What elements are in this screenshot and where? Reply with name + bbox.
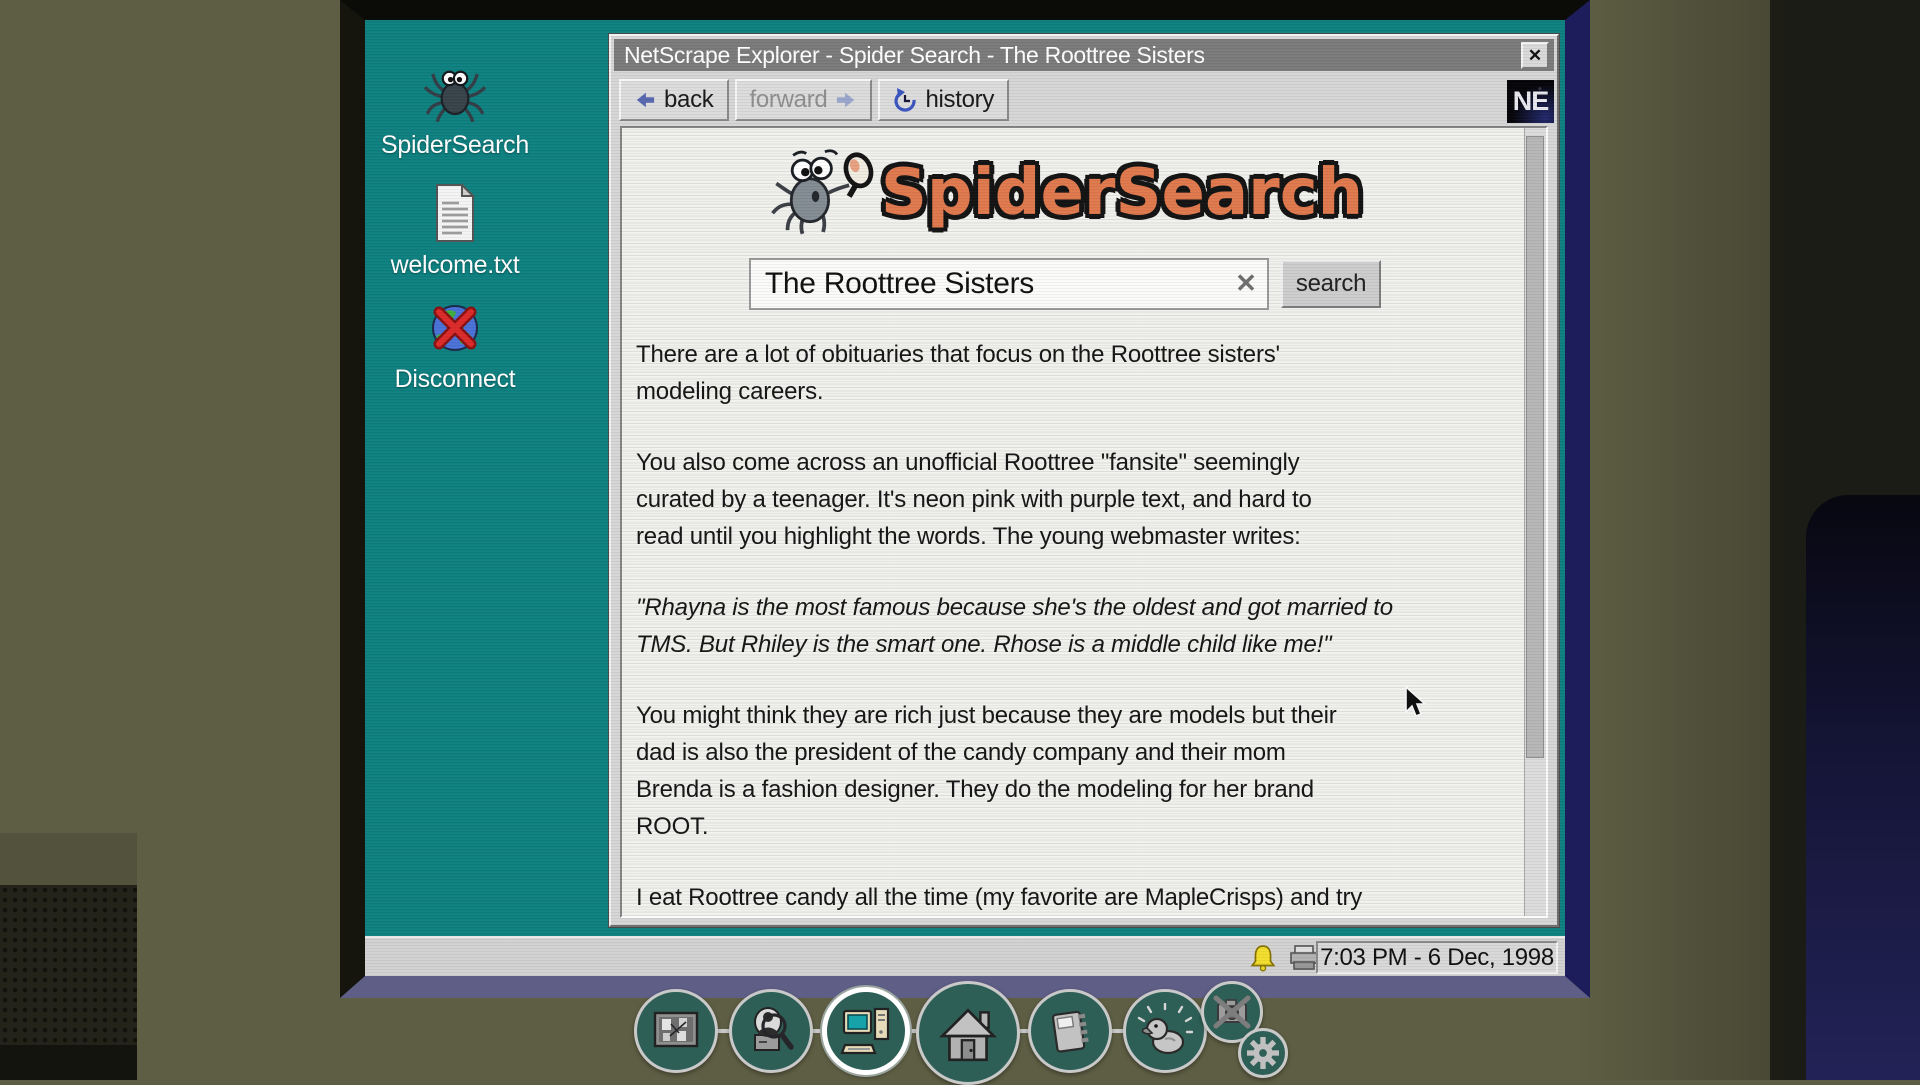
home-icon — [938, 1008, 998, 1062]
desktop-icon-disconnect[interactable]: Disconnect — [365, 298, 545, 394]
forward-arrow-icon — [837, 92, 855, 108]
bell-icon[interactable] — [1249, 944, 1277, 972]
spidersearch-logo: SpiderSearch — [636, 142, 1494, 244]
paragraph: There are a lot of obituaries that focus… — [636, 341, 1280, 405]
browser-window: NetScrape Explorer - Spider Search - The… — [609, 34, 1559, 927]
desktop-icon-label: welcome.txt — [390, 251, 520, 279]
dock-item-rubber-duck[interactable] — [1123, 989, 1207, 1073]
journal-icon — [1051, 1010, 1089, 1053]
desktop-icon-label: SpiderSearch — [381, 131, 529, 159]
history-icon — [894, 88, 917, 112]
back-arrow-icon — [636, 92, 655, 108]
research-desk-icon — [754, 1007, 794, 1051]
dock-item-home[interactable] — [916, 981, 1020, 1085]
page-content: SpiderSearch ✕ search There are a lot of… — [620, 126, 1548, 918]
window-titlebar[interactable]: NetScrape Explorer - Spider Search - The… — [614, 39, 1554, 71]
gear-icon — [1247, 1037, 1279, 1069]
dock-item-computer[interactable] — [822, 987, 910, 1075]
history-button[interactable]: history — [878, 79, 1010, 121]
spider-icon — [423, 70, 487, 123]
taskbar: 7:03 PM - 6 Dec, 1998 — [365, 936, 1565, 976]
text-file-icon — [436, 182, 476, 242]
netscrape-logo-badge: NE — [1507, 80, 1554, 123]
system-clock: 7:03 PM - 6 Dec, 1998 — [1316, 941, 1558, 974]
forward-label: forward — [749, 86, 828, 113]
camera-x-icon — [1213, 995, 1251, 1029]
browser-toolbar: back forward history — [619, 78, 1010, 122]
logo-spider-icon — [770, 149, 874, 235]
desktop-icon-spidersearch[interactable]: SpiderSearch — [365, 64, 545, 160]
search-field-wrap: ✕ — [748, 258, 1269, 310]
evidence-board-icon — [653, 1011, 699, 1048]
computer-icon — [840, 1007, 890, 1055]
dock-item-research-desk[interactable] — [729, 989, 813, 1073]
back-label: back — [664, 86, 714, 113]
paragraph: You might think they are rich just becau… — [636, 702, 1337, 840]
scrollbar[interactable] — [1524, 128, 1546, 916]
dock-item-settings[interactable] — [1238, 1028, 1288, 1078]
search-row: ✕ search — [636, 258, 1494, 310]
search-results-page: SpiderSearch ✕ search There are a lot of… — [622, 128, 1524, 916]
desktop-icon-welcome-txt[interactable]: welcome.txt — [365, 182, 545, 280]
search-input[interactable] — [748, 258, 1269, 310]
result-text: There are a lot of obituaries that focus… — [636, 336, 1498, 916]
desktop-icon-label: Disconnect — [394, 365, 516, 393]
rubber-duck-icon — [1137, 1003, 1193, 1055]
paragraph: You also come across an unofficial Roott… — [636, 449, 1312, 550]
paragraph: I eat Roottree candy all the time (my fa… — [636, 884, 1363, 911]
dock-item-evidence-board[interactable] — [634, 989, 718, 1073]
clear-search-icon[interactable]: ✕ — [1235, 268, 1257, 299]
back-button[interactable]: back — [619, 79, 729, 121]
logo-wordmark: SpiderSearch — [880, 156, 1364, 230]
dock-item-journal[interactable] — [1028, 989, 1112, 1073]
search-button[interactable]: search — [1280, 260, 1382, 308]
globe-x-icon — [432, 305, 478, 351]
fansite-quote: "Rhayna is the most famous because she's… — [636, 594, 1393, 658]
history-label: history — [925, 86, 995, 113]
close-button[interactable]: ✕ — [1521, 42, 1549, 69]
scrollbar-thumb[interactable] — [1526, 136, 1544, 758]
forward-button[interactable]: forward — [734, 79, 873, 121]
